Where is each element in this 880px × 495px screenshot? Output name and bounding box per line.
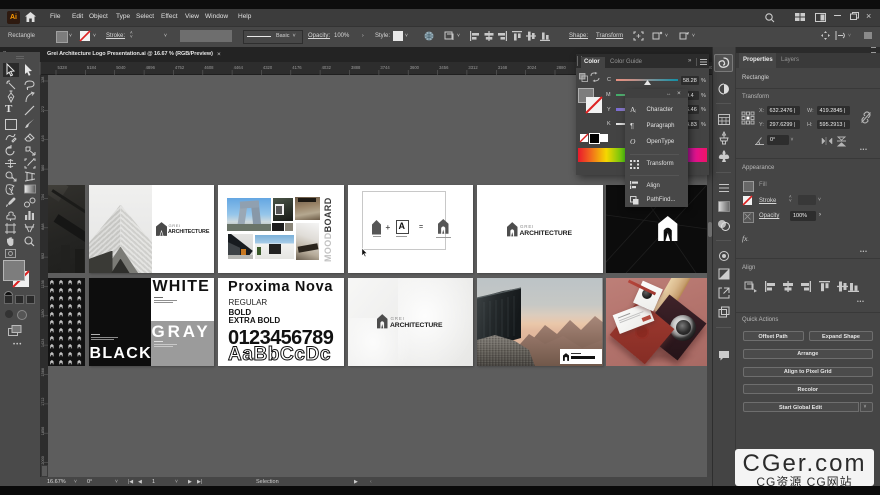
svg-text:4032: 4032: [322, 65, 332, 70]
svg-text:1424: 1424: [41, 339, 45, 347]
svg-text:5328: 5328: [58, 65, 68, 70]
svg-text:5184: 5184: [87, 65, 97, 70]
svg-text:4752: 4752: [175, 65, 185, 70]
svg-text:848: 848: [41, 223, 45, 229]
svg-text:3168: 3168: [498, 65, 508, 70]
svg-text:1568: 1568: [41, 368, 45, 376]
svg-text:4320: 4320: [263, 65, 273, 70]
svg-text:3600: 3600: [410, 65, 420, 70]
svg-text:4896: 4896: [146, 65, 156, 70]
svg-text:416: 416: [41, 135, 45, 141]
svg-text:3024: 3024: [527, 65, 537, 70]
svg-text:272: 272: [41, 106, 45, 112]
svg-text:2880: 2880: [557, 65, 567, 70]
svg-text:3312: 3312: [468, 65, 478, 70]
svg-text:4464: 4464: [234, 65, 244, 70]
svg-text:2000: 2000: [41, 456, 45, 464]
svg-text:4608: 4608: [204, 65, 214, 70]
svg-text:704: 704: [41, 194, 45, 200]
svg-text:5040: 5040: [116, 65, 126, 70]
svg-text:128: 128: [41, 77, 45, 83]
svg-text:1136: 1136: [41, 280, 45, 288]
svg-text:560: 560: [41, 165, 45, 171]
svg-text:3888: 3888: [351, 65, 361, 70]
svg-text:3456: 3456: [439, 65, 449, 70]
svg-text:1856: 1856: [41, 427, 45, 435]
svg-text:1712: 1712: [41, 397, 45, 405]
svg-text:4176: 4176: [292, 65, 302, 70]
svg-text:1280: 1280: [41, 309, 45, 317]
svg-text:992: 992: [41, 253, 45, 259]
svg-text:3744: 3744: [380, 65, 390, 70]
